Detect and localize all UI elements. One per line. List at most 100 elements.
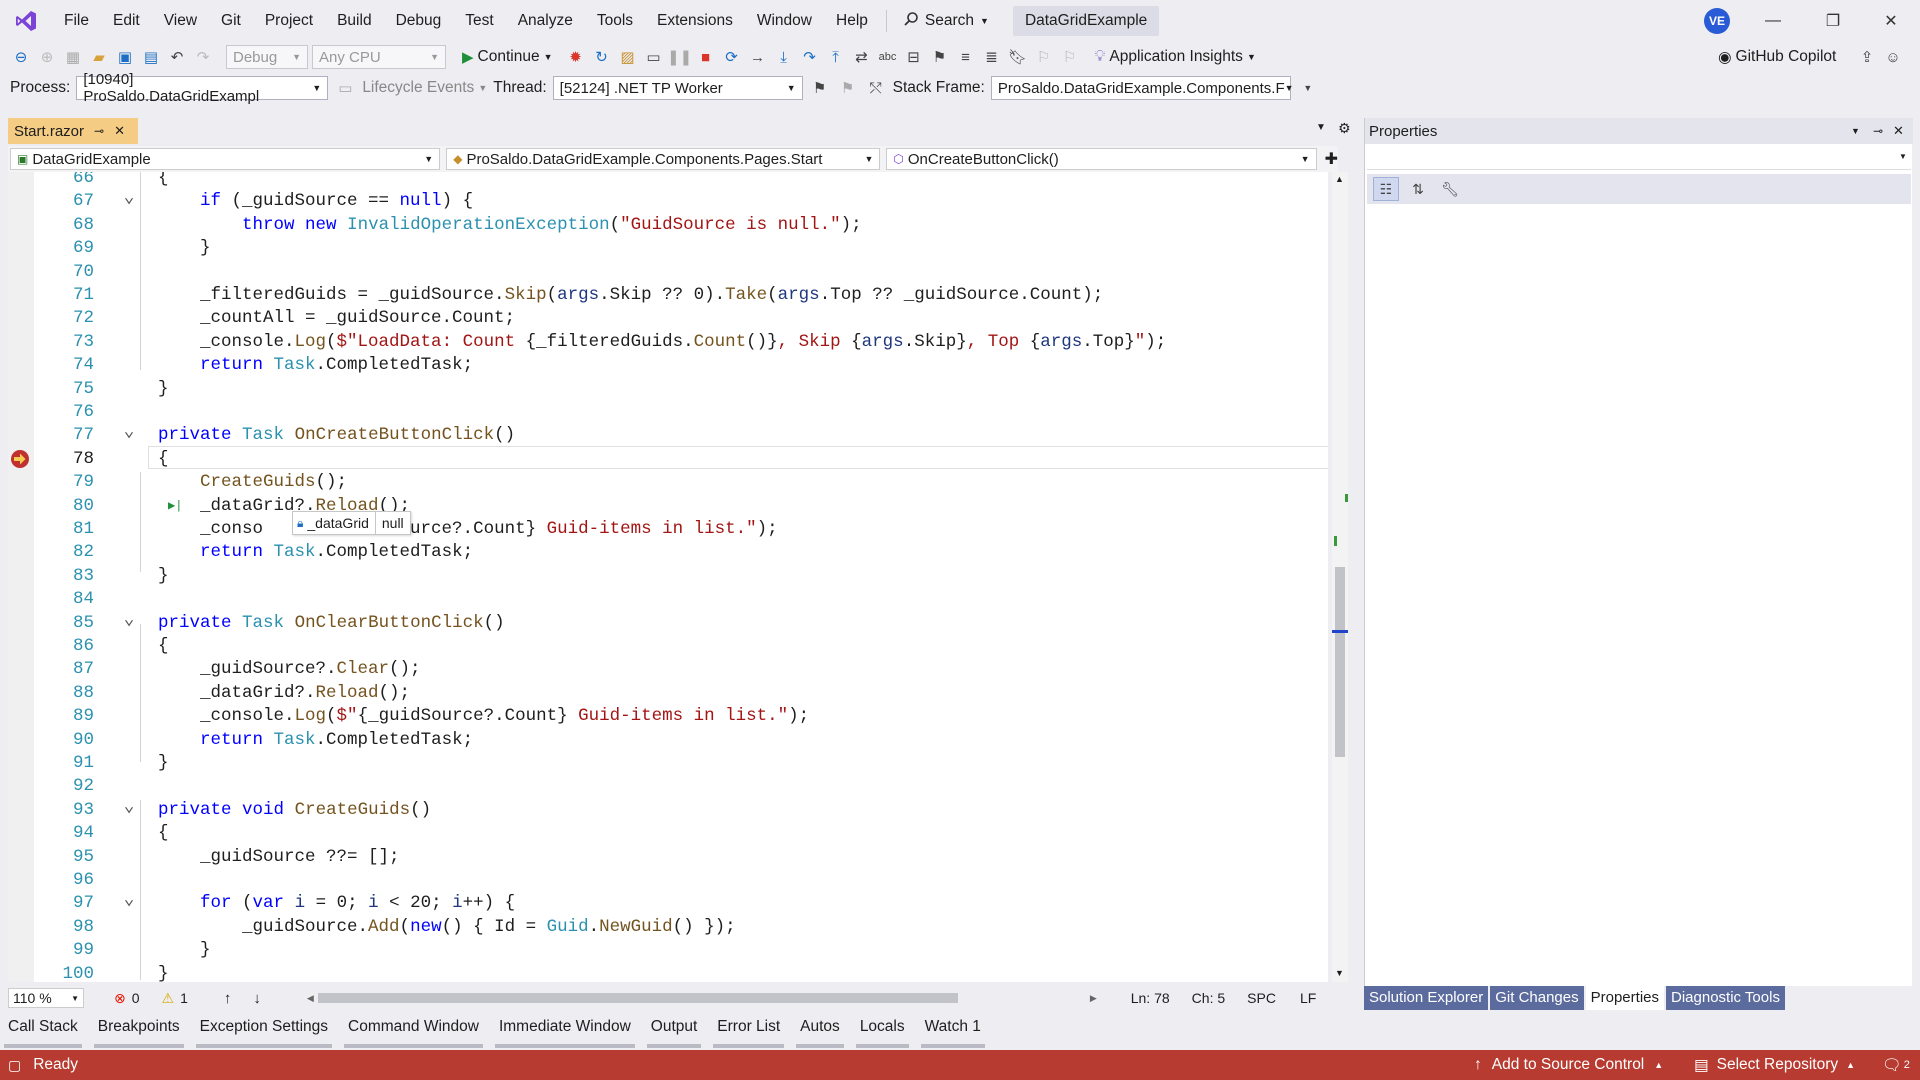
new-project-icon[interactable]: ▦ [62,46,84,68]
menu-item-debug[interactable]: Debug [384,0,454,42]
collapse-region-icon[interactable]: ⌄ [122,891,136,909]
menu-item-window[interactable]: Window [745,0,824,42]
select-repository-button[interactable]: ▤ Select Repository ▲ [1694,1056,1855,1075]
debugger-datatip[interactable]: 🔒︎ _dataGrid null [292,511,411,535]
scroll-down-icon[interactable]: ▼ [1335,968,1344,978]
scroll-up-icon[interactable]: ▲ [1335,174,1344,184]
code-line[interactable]: 80 ▶| _dataGrid?.Reload(); [8,495,1328,518]
code-line[interactable]: 66 { [8,172,1328,190]
restart-debug-icon[interactable]: ⟳ [721,46,743,68]
menu-item-build[interactable]: Build [325,0,383,42]
step-over-icon[interactable]: ↷ [799,46,821,68]
code-line[interactable]: 75} [8,378,1328,401]
code-line[interactable]: 94 { [8,822,1328,845]
error-count[interactable]: ⊗ 0 [114,990,140,1007]
warning-count[interactable]: ⚠ 1 [162,990,188,1007]
application-insights-button[interactable]: 💡︎ Application Insights ▼ [1095,48,1256,66]
code-editor[interactable]: 66{67 ⌄ if (_guidSource == null) {68 throw … [8,172,1328,982]
code-line[interactable]: 70 [8,261,1328,284]
scroll-right-icon[interactable]: ▶ [1090,993,1097,1004]
collapse-region-icon[interactable]: ⌄ [122,423,136,441]
tab-immediate-window[interactable]: Immediate Window [494,1014,635,1048]
menu-item-git[interactable]: Git [209,0,253,42]
code-line[interactable]: 79 CreateGuids(); [8,471,1328,494]
process-select[interactable]: [10940] ProSaldo.DataGridExampl ▼ [76,71,329,105]
alphabetical-icon[interactable]: ⇅ [1405,177,1431,201]
step-into-icon[interactable]: ⤓ [773,46,795,68]
save-all-icon[interactable]: ▤ [140,46,162,68]
step-out-icon[interactable]: ⤒ [825,46,847,68]
code-line[interactable]: 93 ⌄ private void CreateGuids() [8,798,1328,822]
tab-start-razor[interactable]: Start.razor ⊸ ✕ [8,118,138,144]
flag-thread-icon[interactable]: ⚑ [809,77,831,99]
close-tab-icon[interactable]: ✕ [114,123,125,139]
save-icon[interactable]: ▣ [114,46,136,68]
tab-watch-1[interactable]: Watch 1 [920,1014,985,1048]
menu-item-tools[interactable]: Tools [585,0,645,42]
member-dropdown[interactable]: ⬡ OnCreateButtonClick() ▼ [886,148,1317,170]
comment-icon[interactable]: ≡ [955,46,977,68]
search-button[interactable]: Search ▼ [893,11,999,32]
github-copilot-button[interactable]: ◉ GitHub Copilot [1718,48,1836,67]
code-line[interactable]: 100} [8,963,1328,982]
horizontal-scrollbar-thumb[interactable] [317,993,958,1003]
close-panel-icon[interactable]: ✕ [1893,123,1904,139]
flag-all-threads-icon[interactable]: ⚑ [837,77,859,99]
code-line[interactable]: 72 _countAll = _guidSource.Count; [8,307,1328,330]
bookmark-prev-icon[interactable]: ⚐ [1033,46,1055,68]
object-selector[interactable]: ▼ [1367,148,1911,170]
code-line[interactable]: 73 _console.Log($"LoadData: Count {_filte… [8,331,1328,354]
next-issue-icon[interactable]: ↓ [253,990,261,1007]
undo-icon[interactable]: ↶ [166,46,188,68]
pause-icon[interactable]: ❚❚ [667,46,692,68]
code-line[interactable]: 77 ⌄ private Task OnCreateButtonClick() [8,423,1328,447]
code-line[interactable]: 69} [8,237,1328,260]
settings-gear-icon[interactable]: ⚙ [1338,120,1351,137]
code-line[interactable]: 98 _guidSource.Add(new() { Id = Guid.NewG… [8,916,1328,939]
code-line[interactable]: 87 _guidSource?.Clear(); [8,658,1328,681]
continue-button[interactable]: ▶ Continue ▼ [462,48,553,66]
menu-item-extensions[interactable]: Extensions [645,0,745,42]
tab-autos[interactable]: Autos [796,1014,844,1048]
code-line[interactable]: 88 _dataGrid?.Reload(); [8,682,1328,705]
column-indicator[interactable]: Ch: 5 [1192,990,1225,1006]
thread-select[interactable]: [52124] .NET TP Worker ▼ [552,76,803,100]
menu-item-edit[interactable]: Edit [101,0,152,42]
collapse-region-icon[interactable]: ⌄ [122,798,136,816]
tab-diagnostic-tools[interactable]: Diagnostic Tools [1666,986,1785,1010]
navigate-back-icon[interactable]: ⊖ [10,46,32,68]
redo-icon[interactable]: ↷ [192,46,214,68]
browser-link-icon[interactable]: ▨ [617,46,639,68]
collapse-region-icon[interactable]: ⌄ [122,189,136,207]
property-pages-icon[interactable]: 🔧︎ [1437,177,1463,201]
feedback-icon[interactable]: ☺ [1882,46,1904,68]
code-line[interactable]: 83} [8,565,1328,588]
window-layout-icon[interactable]: ▭ [643,46,665,68]
stop-icon[interactable]: ■ [695,46,717,68]
navigate-forward-icon[interactable]: ⊕ [36,46,58,68]
lifecycle-events-button[interactable]: Lifecycle Events ▼ [362,79,487,97]
notifications-button[interactable]: 🗨︎ 2 [1882,1056,1910,1075]
code-line[interactable]: 84 [8,588,1328,611]
code-line[interactable]: 71 _filteredGuids = _guidSource.Skip(args… [8,284,1328,307]
bookmark-next-icon[interactable]: ⚐ [1059,46,1081,68]
breakpoint-toggle-icon[interactable]: ⊟ [903,46,925,68]
open-folder-icon[interactable]: ▰ [88,46,110,68]
share-icon[interactable]: ⇪ [1856,46,1878,68]
code-line[interactable]: 68 throw new InvalidOperationException("G… [8,214,1328,237]
spell-check-icon[interactable]: abc [877,46,899,68]
run-to-click-icon[interactable]: ▶| [168,495,182,518]
tab-overflow-icon[interactable]: ▼ [1316,122,1326,133]
restore-icon[interactable]: ❐ [1804,0,1862,42]
code-line[interactable]: 99} [8,939,1328,962]
line-number-indicator[interactable]: Ln: 78 [1131,990,1170,1006]
code-line[interactable]: 82 return Task.CompletedTask; [8,541,1328,564]
close-icon[interactable]: ✕ [1862,0,1920,42]
menu-item-test[interactable]: Test [453,0,505,42]
scroll-left-icon[interactable]: ◀ [307,993,314,1004]
code-line[interactable]: 92 [8,775,1328,798]
tab-locals[interactable]: Locals [855,1014,909,1048]
uncomment-icon[interactable]: ≣ [981,46,1003,68]
previous-issue-icon[interactable]: ↑ [224,990,232,1007]
code-line[interactable]: 97 ⌄ for (var i = 0; i < 20; i++) { [8,891,1328,915]
